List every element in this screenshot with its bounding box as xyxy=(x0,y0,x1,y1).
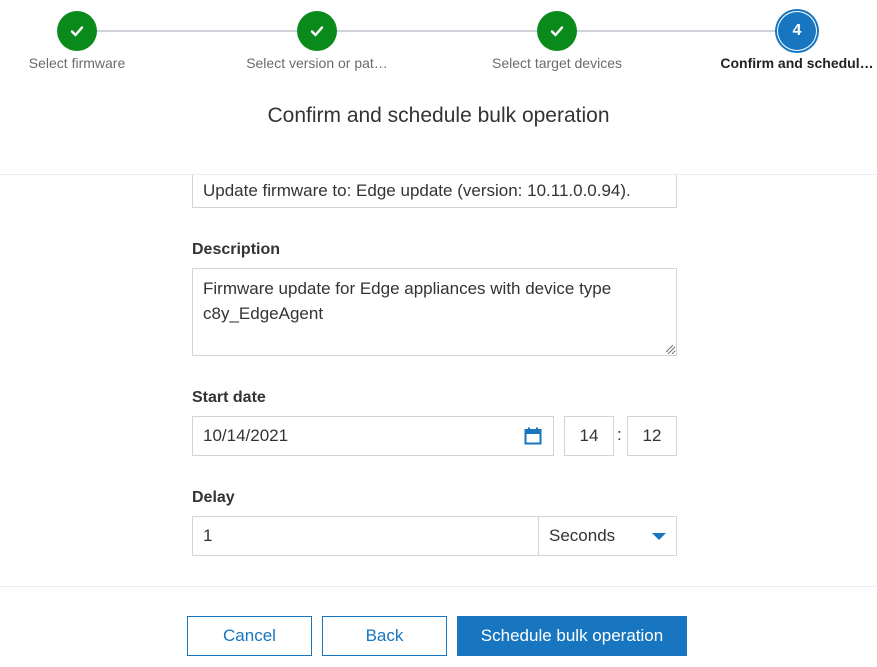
header-mask xyxy=(0,150,877,174)
cancel-button[interactable]: Cancel xyxy=(187,616,312,656)
schedule-bulk-operation-button[interactable]: Schedule bulk operation xyxy=(457,616,687,656)
calendar-icon[interactable] xyxy=(523,426,543,446)
header-divider xyxy=(0,174,877,175)
step-label: Confirm and schedul… xyxy=(720,55,874,71)
check-icon xyxy=(310,26,324,37)
step-number-badge: 4 xyxy=(777,11,817,51)
check-icon xyxy=(70,26,84,37)
step-done-badge xyxy=(57,11,97,51)
description-label: Description xyxy=(192,241,281,258)
start-minute-input[interactable]: 12 xyxy=(627,416,677,456)
step-select-target-devices[interactable]: Select target devices xyxy=(457,11,657,71)
start-date-input[interactable]: 10/14/2021 xyxy=(192,416,554,456)
description-textarea[interactable]: Firmware update for Edge appliances with… xyxy=(192,268,677,356)
page-title: Confirm and schedule bulk operation xyxy=(267,104,610,128)
start-date-value: 10/14/2021 xyxy=(203,426,289,445)
wizard-stepper: Select firmware Select version or pat… S… xyxy=(0,0,877,80)
step-confirm-and-schedule[interactable]: 4 Confirm and schedul… xyxy=(697,11,877,71)
check-icon xyxy=(550,26,564,37)
start-hour-input[interactable]: 14 xyxy=(564,416,614,456)
step-select-firmware[interactable]: Select firmware xyxy=(0,11,177,71)
step-done-badge xyxy=(297,11,337,51)
delay-value-input[interactable]: 1 xyxy=(192,516,539,556)
caret-down-icon xyxy=(652,532,666,540)
step-label: Select firmware xyxy=(28,55,126,71)
stepper-connector-line xyxy=(77,30,797,32)
delay-label: Delay xyxy=(192,489,235,506)
back-button[interactable]: Back xyxy=(322,616,447,656)
delay-unit-value: Seconds xyxy=(549,526,616,545)
start-date-label: Start date xyxy=(192,389,266,406)
time-separator: : xyxy=(617,425,622,444)
delay-unit-select[interactable]: Seconds xyxy=(538,516,677,556)
step-done-badge xyxy=(537,11,577,51)
step-label: Select target devices xyxy=(492,55,622,71)
step-select-version[interactable]: Select version or pat… xyxy=(217,11,417,71)
resize-grip-icon[interactable] xyxy=(665,344,674,353)
step-label: Select version or pat… xyxy=(246,55,388,71)
footer-divider xyxy=(0,586,877,587)
